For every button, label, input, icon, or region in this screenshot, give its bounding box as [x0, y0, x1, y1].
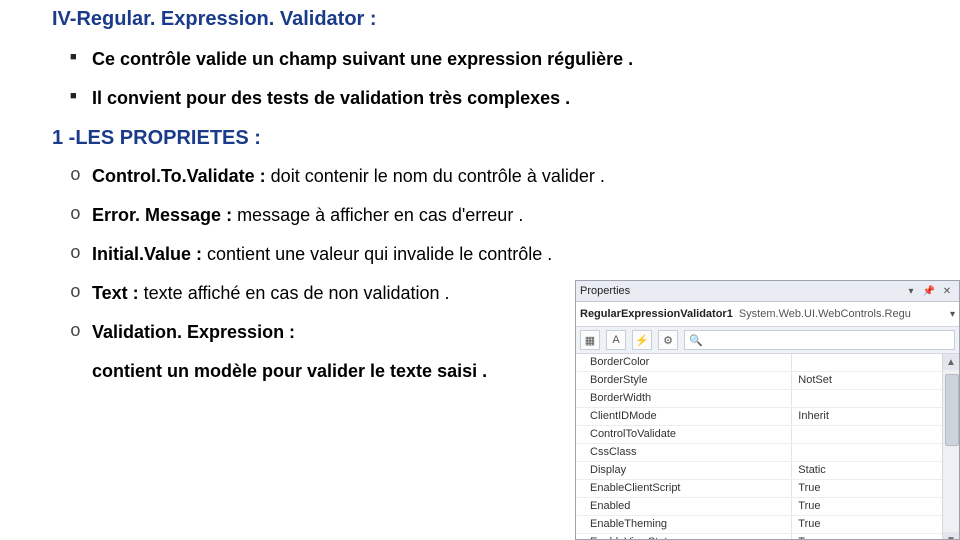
grid-key: EnableClientScript: [576, 480, 792, 497]
grid-key: Display: [576, 462, 792, 479]
scroll-thumb[interactable]: [945, 374, 959, 446]
grid-row[interactable]: EnabledTrue: [576, 498, 942, 516]
grid-key: Enabled: [576, 498, 792, 515]
grid-key: ControlToValidate: [576, 426, 792, 443]
property-term: Validation. Expression :: [92, 322, 295, 342]
grid-value: [792, 354, 942, 371]
events-button[interactable]: ⚙: [658, 330, 678, 350]
grid-key: ClientIDMode: [576, 408, 792, 425]
scroll-up-icon[interactable]: ▲: [943, 354, 959, 370]
heading-title: IV-Regular. Expression. Validator :: [52, 8, 908, 31]
intro-bullet: Il convient pour des tests de validation…: [70, 88, 908, 109]
subheading: 1 -LES PROPRIETES :: [52, 127, 908, 150]
property-grid: BorderColor BorderStyleNotSet BorderWidt…: [576, 354, 942, 540]
grid-value: [792, 426, 942, 443]
property-term: Initial.Value :: [92, 244, 202, 264]
grid-row[interactable]: EnableViewStateTrue: [576, 534, 942, 540]
grid-key: CssClass: [576, 444, 792, 461]
grid-key: BorderWidth: [576, 390, 792, 407]
grid-value: True: [792, 498, 942, 515]
chevron-down-icon: ▾: [950, 309, 955, 320]
panel-titlebar: Properties ▾ 📌 ✕: [576, 281, 959, 302]
grid-value: True: [792, 516, 942, 533]
grid-value: Inherit: [792, 408, 942, 425]
panel-toolbar: ▦ A ⚡ ⚙ 🔍: [576, 327, 959, 354]
grid-row[interactable]: DisplayStatic: [576, 462, 942, 480]
intro-bullet: Ce contrôle valide un champ suivant une …: [70, 49, 908, 70]
grid-key: EnableViewState: [576, 534, 792, 540]
close-icon[interactable]: ✕: [939, 284, 955, 298]
property-desc: doit contenir le nom du contrôle à valid…: [266, 166, 605, 186]
grid-value: NotSet: [792, 372, 942, 389]
dropdown-icon[interactable]: ▾: [903, 284, 919, 298]
categorize-button[interactable]: ▦: [580, 330, 600, 350]
object-type: System.Web.UI.WebControls.Regu: [739, 308, 944, 320]
grid-value: Static: [792, 462, 942, 479]
property-item: Control.To.Validate : doit contenir le n…: [70, 166, 908, 187]
pin-icon[interactable]: 📌: [921, 284, 937, 298]
alpha-sort-button[interactable]: A: [606, 330, 626, 350]
intro-list: Ce contrôle valide un champ suivant une …: [52, 49, 908, 109]
properties-button[interactable]: ⚡: [632, 330, 652, 350]
slide: IV-Regular. Expression. Validator : Ce c…: [0, 0, 960, 540]
property-term: Text :: [92, 283, 139, 303]
object-name: RegularExpressionValidator1: [580, 308, 733, 320]
property-term: Control.To.Validate :: [92, 166, 266, 186]
property-term: Error. Message :: [92, 205, 232, 225]
grid-key: EnableTheming: [576, 516, 792, 533]
search-icon: 🔍: [689, 334, 703, 347]
search-box[interactable]: 🔍: [684, 330, 955, 350]
grid-row[interactable]: CssClass: [576, 444, 942, 462]
property-desc: message à afficher en cas d'erreur .: [232, 205, 523, 225]
grid-row[interactable]: BorderStyleNotSet: [576, 372, 942, 390]
property-item: Error. Message : message à afficher en c…: [70, 205, 908, 226]
grid-value: True: [792, 534, 942, 540]
property-item: Initial.Value : contient une valeur qui …: [70, 244, 908, 265]
scrollbar[interactable]: ▲ ▼: [942, 354, 959, 540]
grid-row[interactable]: BorderWidth: [576, 390, 942, 408]
grid-value: [792, 390, 942, 407]
object-selector[interactable]: RegularExpressionValidator1 System.Web.U…: [576, 302, 959, 327]
property-desc: texte affiché en cas de non validation .: [139, 283, 450, 303]
grid-row[interactable]: ClientIDModeInherit: [576, 408, 942, 426]
grid-row[interactable]: ControlToValidate: [576, 426, 942, 444]
panel-body: BorderColor BorderStyleNotSet BorderWidt…: [576, 354, 959, 540]
grid-row[interactable]: BorderColor: [576, 354, 942, 372]
scroll-down-icon[interactable]: ▼: [943, 532, 959, 540]
properties-panel: Properties ▾ 📌 ✕ RegularExpressionValida…: [575, 280, 960, 540]
panel-title: Properties: [580, 285, 630, 297]
grid-key: BorderStyle: [576, 372, 792, 389]
property-desc: contient une valeur qui invalide le cont…: [202, 244, 552, 264]
grid-row[interactable]: EnableClientScriptTrue: [576, 480, 942, 498]
grid-value: True: [792, 480, 942, 497]
grid-value: [792, 444, 942, 461]
grid-key: BorderColor: [576, 354, 792, 371]
grid-row[interactable]: EnableThemingTrue: [576, 516, 942, 534]
